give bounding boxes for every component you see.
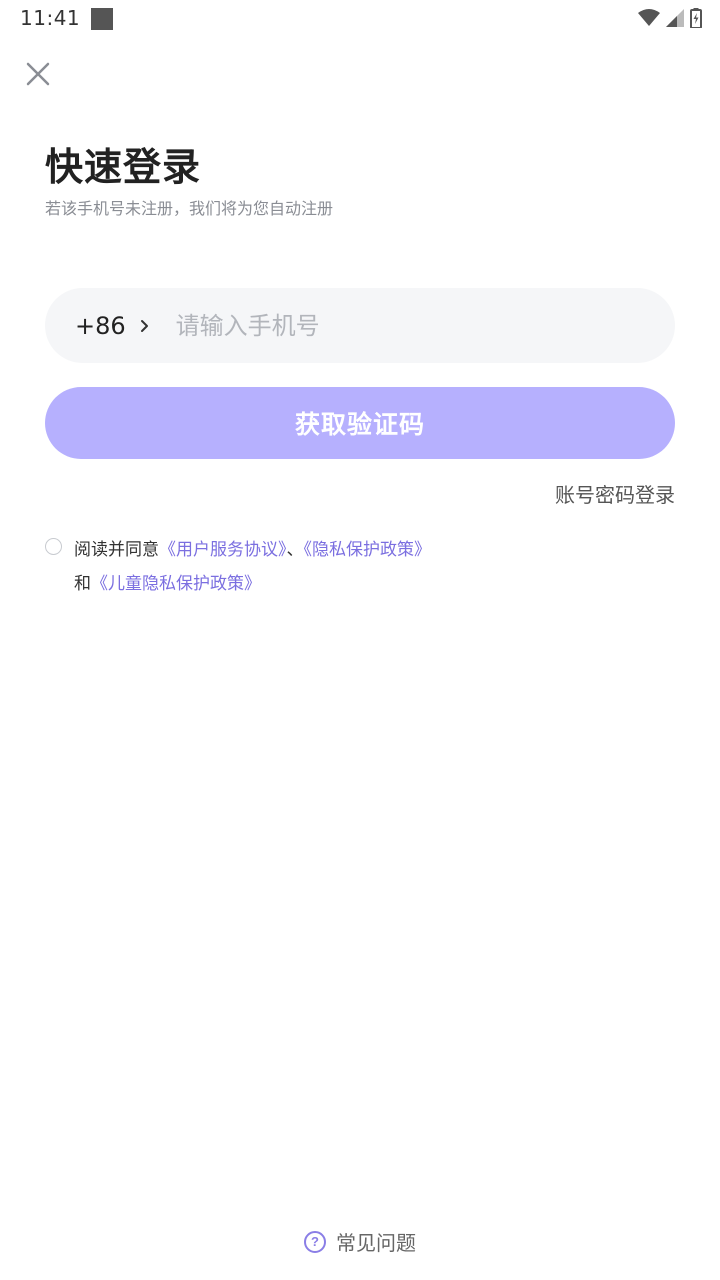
chevron-right-icon[interactable] — [138, 319, 152, 333]
account-password-login-link[interactable]: 账号密码登录 — [555, 479, 675, 508]
agreement-checkbox[interactable] — [45, 538, 62, 555]
page-title: 快速登录 — [45, 145, 202, 189]
agreement-text-line1: 阅读并同意《用户服务协议》、《隐私保护政策》 — [74, 535, 431, 560]
agreement-and: 和 — [74, 574, 91, 594]
status-indicators — [638, 7, 702, 29]
battery-charging-icon — [690, 8, 702, 28]
agreement-separator: 、 — [286, 540, 304, 560]
faq-button[interactable]: ? 常见问题 — [0, 1227, 720, 1256]
help-circle-icon: ? — [304, 1230, 326, 1253]
agreement-text-line2: 和《儿童隐私保护政策》 — [74, 569, 261, 594]
country-code-selector[interactable]: +86 — [75, 312, 126, 340]
child-privacy-policy-link[interactable]: 《儿童隐私保护政策》 — [91, 574, 261, 594]
agreement-prefix: 阅读并同意 — [74, 540, 159, 560]
phone-input-row: +86 — [45, 288, 675, 363]
wifi-icon — [638, 9, 660, 26]
status-bar: 11:41 — [0, 0, 720, 38]
close-button[interactable] — [22, 58, 54, 90]
faq-label: 常见问题 — [336, 1231, 416, 1255]
page-subtitle: 若该手机号未注册，我们将为您自动注册 — [45, 199, 334, 218]
privacy-policy-link[interactable]: 《隐私保护政策》 — [304, 540, 432, 560]
user-agreement-link[interactable]: 《用户服务协议》 — [159, 540, 287, 560]
notification-app-icon — [91, 8, 113, 30]
login-screen: 11:41 快速登录 若该手机号未注册，我们将为您自动注册 +86 请输入手机号… — [0, 0, 720, 1280]
get-verification-code-button[interactable]: 获取验证码 — [45, 387, 675, 459]
status-time: 11:41 — [20, 6, 81, 30]
phone-number-input[interactable] — [173, 294, 675, 357]
close-icon — [26, 62, 50, 86]
cellular-signal-icon — [666, 9, 684, 27]
